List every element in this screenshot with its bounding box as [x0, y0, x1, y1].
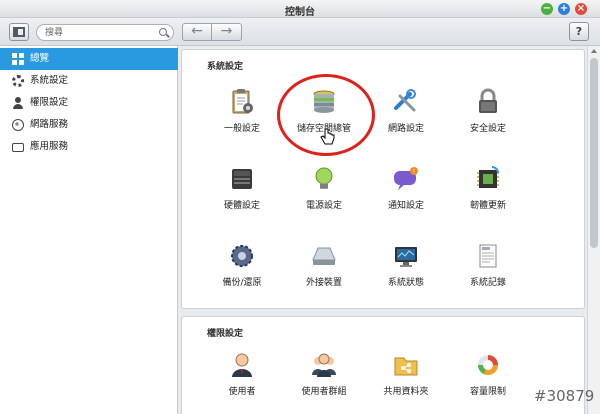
app-users[interactable]: 使用者 [202, 351, 282, 413]
app-label: 韌體更新 [469, 201, 506, 211]
notification-bubble-icon: ! [394, 167, 418, 190]
sidebar-item-network-services[interactable]: 網路服務 [0, 114, 178, 136]
scroll-up-arrow-icon[interactable] [591, 49, 597, 53]
clipboard-settings-icon [232, 89, 253, 114]
app-label: 容量限制 [469, 387, 506, 397]
backup-restore-gear-icon [231, 245, 253, 267]
user-avatar-icon [232, 353, 252, 377]
app-firmware-update[interactable]: 韌體更新 [448, 165, 528, 227]
lightbulb-icon [315, 167, 333, 189]
app-notification-settings[interactable]: ! 通知設定 [366, 165, 446, 227]
app-label: 備份/還原 [222, 278, 262, 288]
drive-icon [12, 143, 24, 152]
sidebar: 總覽 系統設定 權限設定 網路服務 應用服務 [0, 46, 178, 414]
app-general-settings[interactable]: 一般設定 [202, 88, 282, 150]
maximize-button[interactable]: + [558, 3, 570, 15]
hand-cursor-icon [320, 128, 335, 145]
app-label: 系統狀態 [387, 278, 424, 288]
app-user-groups[interactable]: 使用者群組 [284, 351, 364, 413]
globe-icon [12, 119, 24, 131]
toolbar: ← → ? [0, 18, 600, 46]
panel-layout-icon [13, 27, 25, 37]
app-label: 外接裝置 [305, 278, 342, 288]
app-system-logs[interactable]: 系統記錄 [448, 242, 528, 304]
app-external-devices[interactable]: 外接裝置 [284, 242, 364, 304]
app-backup-restore[interactable]: 備份/還原 [202, 242, 282, 304]
search-icon[interactable] [159, 28, 167, 36]
app-security-settings[interactable]: 安全設定 [448, 88, 528, 150]
network-tools-icon [394, 89, 416, 112]
app-label: 系統記錄 [469, 278, 506, 288]
grid-icon [12, 53, 24, 65]
gear-icon [12, 75, 24, 87]
privilege-settings-panel: 權限設定 使用者 使用者群組 共用資料夾 容量限制 [181, 316, 585, 414]
app-shared-folders[interactable]: 共用資料夾 [366, 351, 446, 413]
app-label: 使用者群組 [301, 387, 347, 397]
scrollbar-thumb[interactable] [590, 58, 598, 248]
hardware-icon [232, 169, 252, 189]
external-drive-icon [312, 247, 336, 265]
sidebar-item-applications[interactable]: 應用服務 [0, 136, 178, 158]
sidebar-item-label: 總覽 [30, 53, 50, 64]
app-label: 硬體設定 [223, 201, 260, 211]
app-label: 一般設定 [223, 124, 260, 134]
back-button[interactable]: ← [182, 23, 212, 41]
svg-text:!: ! [413, 169, 415, 176]
padlock-icon [479, 88, 497, 113]
main-content: 系統設定 一般設定 儲存空間總管 網路設定 安全設定 硬體設定 電源設定 ! 通… [179, 46, 587, 414]
monitor-icon [395, 247, 417, 267]
app-power-settings[interactable]: 電源設定 [284, 165, 364, 227]
sidebar-item-label: 應用服務 [30, 141, 69, 152]
app-label: 共用資料夾 [383, 387, 429, 397]
content-scrollbar[interactable] [587, 46, 600, 414]
window-titlebar: 控制台 − + × [0, 0, 600, 18]
shared-folder-icon [394, 357, 418, 376]
panel-title: 系統設定 [207, 62, 244, 72]
sidebar-item-label: 權限設定 [30, 97, 69, 108]
app-network-settings[interactable]: 網路設定 [366, 88, 446, 150]
sidebar-toggle-button[interactable] [9, 23, 29, 41]
minimize-button[interactable]: − [541, 3, 553, 15]
app-label: 通知設定 [387, 201, 424, 211]
window-title: 控制台 [285, 7, 315, 18]
sidebar-item-label: 網路服務 [30, 119, 69, 130]
quota-chart-icon [477, 355, 499, 376]
search-box [36, 24, 174, 41]
user-group-icon [312, 353, 336, 377]
app-label: 電源設定 [305, 201, 342, 211]
app-label: 安全設定 [469, 124, 506, 134]
forward-button[interactable]: → [212, 23, 242, 41]
system-settings-panel: 系統設定 一般設定 儲存空間總管 網路設定 安全設定 硬體設定 電源設定 ! 通… [181, 49, 585, 309]
sidebar-item-privilege-settings[interactable]: 權限設定 [0, 92, 178, 114]
app-system-status[interactable]: 系統狀態 [366, 242, 446, 304]
app-quota[interactable]: 容量限制 [448, 351, 528, 413]
panel-title: 權限設定 [207, 329, 244, 339]
watermark-text: #30879 [534, 387, 595, 405]
help-button[interactable]: ? [569, 22, 589, 41]
app-hardware-settings[interactable]: 硬體設定 [202, 165, 282, 227]
firmware-chip-icon [477, 166, 499, 188]
sidebar-item-system-settings[interactable]: 系統設定 [0, 70, 178, 92]
app-label: 網路設定 [387, 124, 424, 134]
app-label: 使用者 [228, 387, 256, 397]
search-input[interactable] [45, 26, 155, 39]
close-button[interactable]: × [575, 3, 587, 15]
log-document-icon [479, 244, 497, 268]
sidebar-item-label: 系統設定 [30, 75, 69, 86]
sidebar-item-overview[interactable]: 總覽 [0, 48, 178, 70]
user-icon [12, 97, 24, 109]
